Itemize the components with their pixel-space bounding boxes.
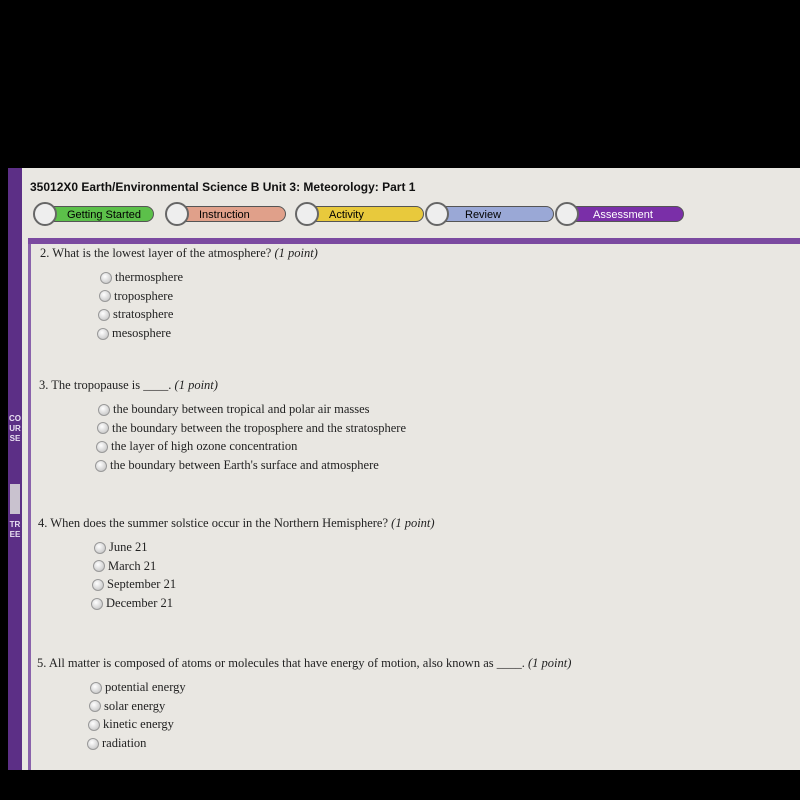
option-label: kinetic energy <box>103 717 174 732</box>
question-number: 2. <box>40 246 50 260</box>
option-label: radiation <box>102 736 147 751</box>
radio-button[interactable] <box>97 422 109 435</box>
tab-assessment[interactable]: Assessment <box>555 202 684 226</box>
radio-button[interactable] <box>100 271 112 284</box>
radio-button[interactable] <box>96 440 108 453</box>
question-4: 4. When does the summer solstice occur i… <box>38 516 435 531</box>
answer-option[interactable]: December 21 <box>91 596 173 611</box>
radio-button[interactable] <box>88 718 100 731</box>
question-5: 5. All matter is composed of atoms or mo… <box>37 656 571 671</box>
answer-option[interactable]: kinetic energy <box>88 717 174 732</box>
radio-button[interactable] <box>97 327 109 340</box>
clipboard-icon <box>555 202 579 226</box>
option-label: September 21 <box>107 577 177 592</box>
tab-label: Getting Started <box>67 209 141 221</box>
tab-getting-started[interactable]: Getting Started <box>33 202 154 226</box>
question-2: 2. What is the lowest layer of the atmos… <box>40 246 318 261</box>
option-label: the layer of high ozone concentration <box>111 439 298 454</box>
option-label: troposphere <box>114 288 174 303</box>
answer-option[interactable]: stratosphere <box>98 307 173 322</box>
radio-button[interactable] <box>89 700 101 713</box>
content-border <box>28 238 31 770</box>
option-label: solar energy <box>104 698 166 713</box>
answer-option[interactable]: thermosphere <box>100 270 183 285</box>
option-label: March 21 <box>108 558 157 573</box>
answer-option[interactable]: radiation <box>87 736 146 751</box>
question-number: 5. <box>37 656 47 670</box>
radio-button[interactable] <box>95 459 107 472</box>
option-label: thermosphere <box>115 270 184 284</box>
answer-option[interactable]: the boundary between Earth's surface and… <box>95 458 379 473</box>
course-tree-label-bottom: TREE <box>9 520 21 539</box>
tab-instruction[interactable]: Instruction <box>165 202 286 226</box>
radio-button[interactable] <box>90 681 102 694</box>
radio-button[interactable] <box>98 308 110 321</box>
answer-option[interactable]: mesosphere <box>97 326 171 341</box>
answer-option[interactable]: March 21 <box>93 559 156 574</box>
review-icon <box>425 202 449 226</box>
question-number: 3. <box>39 378 49 392</box>
answer-option[interactable]: the boundary between tropical and polar … <box>98 402 370 417</box>
option-label: the boundary between the troposphere and… <box>112 420 406 435</box>
lesson-screen: COURSE TREE 35012X0 Earth/Environmental … <box>8 168 800 770</box>
answer-option[interactable]: potential energy <box>90 680 186 695</box>
option-label: June 21 <box>109 540 148 554</box>
answer-option[interactable]: troposphere <box>99 289 173 304</box>
option-label: the boundary between Earth's surface and… <box>110 458 379 473</box>
answer-option[interactable]: September 21 <box>92 577 176 592</box>
radio-button[interactable] <box>91 597 103 610</box>
lesson-tabs: Getting Started Instruction Activity Rev… <box>32 202 792 228</box>
option-label: mesosphere <box>112 326 172 341</box>
question-points: (1 point) <box>391 516 435 530</box>
question-number: 4. <box>38 516 48 530</box>
tab-label: Assessment <box>593 209 653 221</box>
books-icon <box>295 202 319 226</box>
page-icon <box>165 202 189 226</box>
option-label: stratosphere <box>113 307 174 322</box>
question-3: 3. The tropopause is ____. (1 point) <box>39 378 218 393</box>
course-tree-toggle[interactable]: COURSE TREE <box>8 168 22 770</box>
radio-button[interactable] <box>98 403 110 416</box>
traffic-light-icon <box>33 202 57 226</box>
radio-button[interactable] <box>93 560 105 573</box>
radio-button[interactable] <box>99 290 111 303</box>
question-points: (1 point) <box>174 378 218 392</box>
radio-button[interactable] <box>94 541 106 554</box>
radio-button[interactable] <box>92 578 104 591</box>
tab-label: Activity <box>329 209 364 221</box>
question-points: (1 point) <box>274 246 318 260</box>
tab-review[interactable]: Review <box>425 202 554 226</box>
answer-option[interactable]: the boundary between the troposphere and… <box>97 421 406 436</box>
question-text: All matter is composed of atoms or molec… <box>48 656 525 670</box>
option-label: potential energy <box>105 680 186 694</box>
question-text: The tropopause is ____. <box>51 378 172 392</box>
answer-option[interactable]: June 21 <box>94 540 148 555</box>
tab-label: Instruction <box>199 209 250 221</box>
course-title: 35012X0 Earth/Environmental Science B Un… <box>30 180 416 194</box>
radio-button[interactable] <box>87 737 99 750</box>
course-tree-label-top: COURSE <box>9 414 21 443</box>
answer-option[interactable]: solar energy <box>89 699 165 714</box>
collapse-handle-icon[interactable] <box>10 484 20 514</box>
content-header-bar <box>28 238 800 244</box>
tab-activity[interactable]: Activity <box>295 202 424 226</box>
option-label: December 21 <box>106 596 173 611</box>
question-text: When does the summer solstice occur in t… <box>50 516 389 530</box>
question-text: What is the lowest layer of the atmosphe… <box>52 246 272 260</box>
tab-label: Review <box>465 209 502 221</box>
answer-option[interactable]: the layer of high ozone concentration <box>96 439 297 454</box>
option-label: the boundary between tropical and polar … <box>113 402 370 416</box>
question-points: (1 point) <box>528 656 572 670</box>
